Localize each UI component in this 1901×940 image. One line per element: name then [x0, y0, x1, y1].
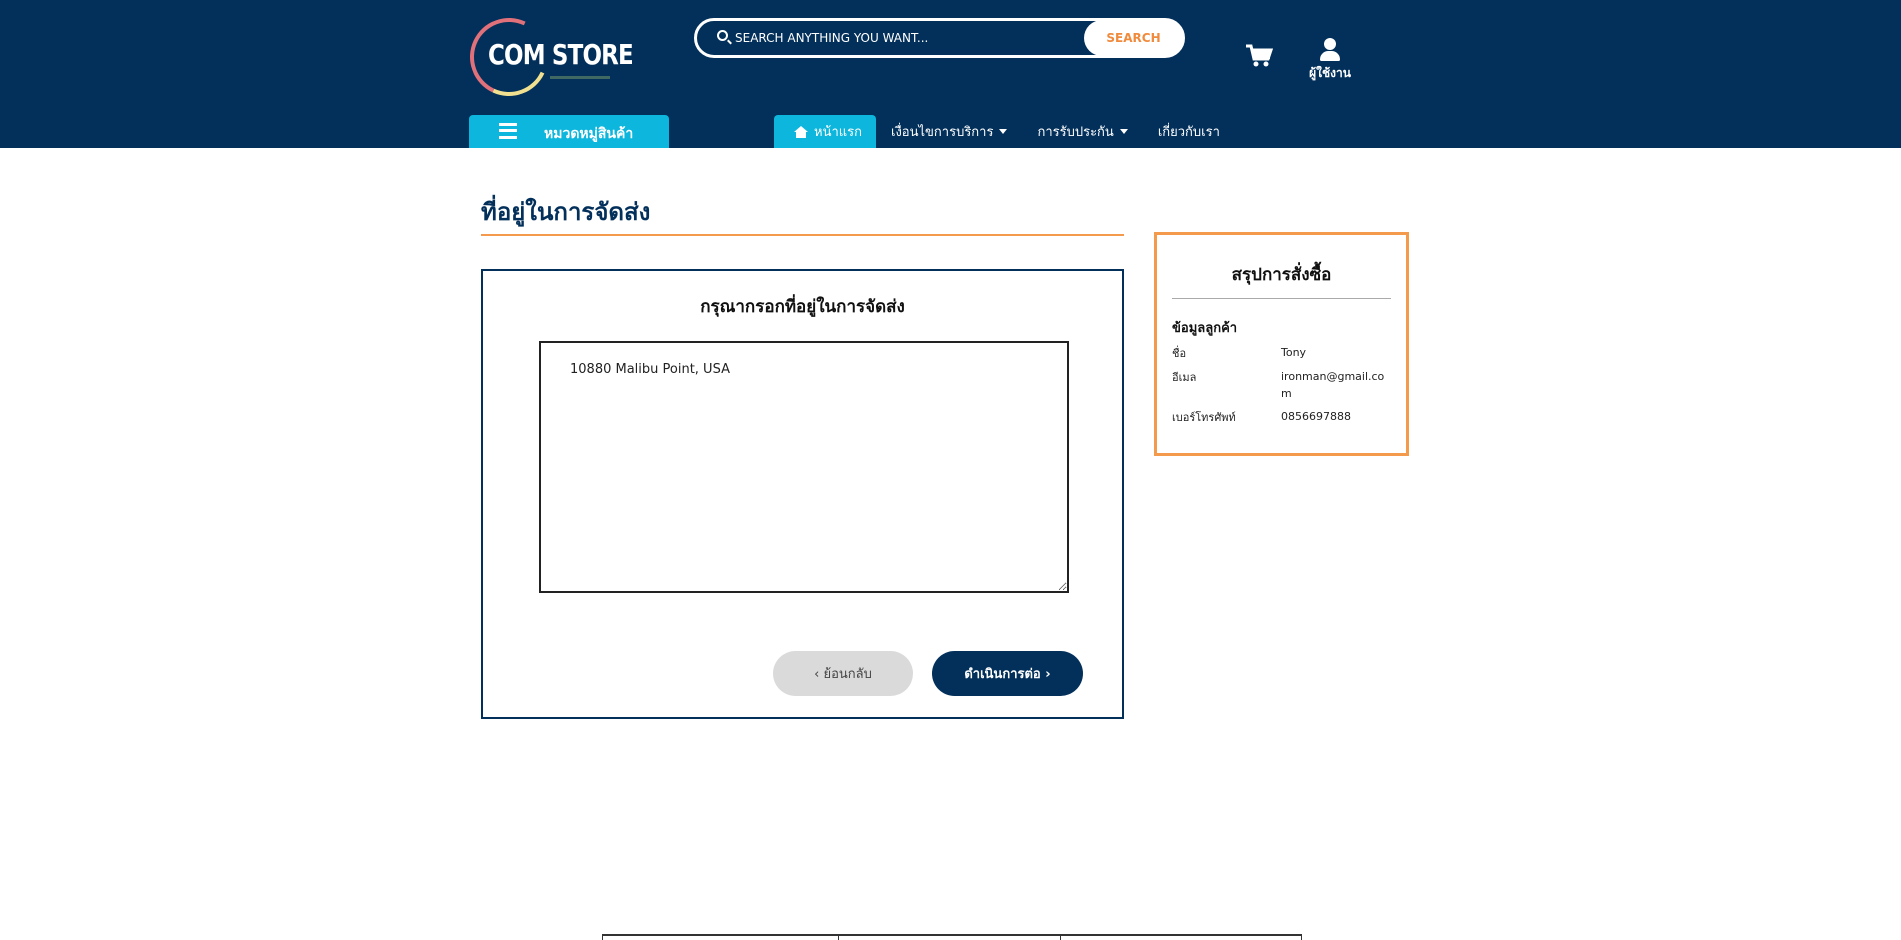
info-value: ironman@gmail.com [1281, 370, 1385, 400]
form-heading: กรุณากรอกที่อยู่ในการจัดส่ง [700, 297, 905, 317]
chevron-right-icon: › [1040, 667, 1051, 682]
info-value: 0856697888 [1281, 410, 1351, 423]
search-icon [717, 30, 728, 41]
store-logo[interactable]: COM STORE [459, 7, 640, 107]
nav-item-home[interactable]: หน้าแรก [774, 115, 876, 148]
search-input[interactable] [735, 27, 1065, 49]
cart-icon[interactable] [1245, 44, 1274, 68]
address-textarea[interactable] [539, 341, 1069, 593]
nav-item-about[interactable]: เกี่ยวกับเรา [1143, 115, 1235, 148]
search-button[interactable]: SEARCH [1084, 20, 1183, 56]
nav-label: เกี่ยวกับเรา [1157, 125, 1220, 140]
nav-label: การรับประกัน [1037, 125, 1114, 140]
back-button[interactable]: ‹ ย้อนกลับ [773, 651, 913, 696]
continue-button[interactable]: ดำเนินการต่อ › [932, 651, 1083, 696]
nav-item-warranty[interactable]: การรับประกัน [1022, 115, 1142, 148]
user-label: ผู้ใช้งาน [1309, 66, 1351, 80]
back-button-label: ย้อนกลับ [823, 667, 872, 682]
hamburger-icon [499, 123, 517, 139]
caret-down-icon [1119, 129, 1128, 134]
info-label: ชื่อ [1172, 347, 1187, 360]
category-menu-button[interactable]: หมวดหมู่สินค้า [469, 115, 669, 148]
nav-item-terms[interactable]: เงื่อนไขการบริการ [876, 115, 1022, 148]
title-divider [481, 234, 1124, 236]
summary-divider [1172, 298, 1391, 299]
page-title: ที่อยู่ในการจัดส่ง [481, 198, 651, 226]
nav-label: เงื่อนไขการบริการ [891, 125, 994, 140]
category-label: หมวดหมู่สินค้า [544, 126, 634, 142]
order-summary: สรุปการสั่งซื้อ ข้อมูลลูกค้า ชื่อ Tony อ… [1154, 232, 1409, 456]
logo-underline [550, 76, 610, 79]
summary-title: สรุปการสั่งซื้อ [1231, 265, 1332, 285]
main-nav: หน้าแรก เงื่อนไขการบริการ การรับประกัน เ… [774, 115, 1235, 148]
caret-down-icon [999, 129, 1008, 134]
footer-table-edge [602, 934, 1302, 940]
info-label: อีเมล [1172, 371, 1197, 384]
home-icon [794, 125, 808, 138]
info-value: Tony [1281, 346, 1307, 359]
info-label: เบอร์โทรศัพท์ [1172, 411, 1236, 424]
logo-text: COM STORE [488, 38, 634, 71]
info-row-name: ชื่อ Tony [1172, 344, 1391, 362]
user-account[interactable]: ผู้ใช้งาน [1305, 38, 1355, 82]
continue-button-label: ดำเนินการต่อ [964, 667, 1041, 682]
user-icon [1324, 38, 1336, 50]
customer-info-heading: ข้อมูลลูกค้า [1172, 321, 1238, 336]
search-bar: SEARCH [694, 18, 1185, 58]
info-row-email: อีเมล ironman@gmail.com [1172, 368, 1391, 402]
address-form: กรุณากรอกที่อยู่ในการจัดส่ง ‹ ย้อนกลับ ด… [481, 269, 1124, 719]
nav-label: หน้าแรก [814, 125, 862, 140]
info-row-phone: เบอร์โทรศัพท์ 0856697888 [1172, 408, 1391, 426]
top-header: COM STORE SEARCH ผู้ใช้งาน หมวดหมู่สินค้… [0, 0, 1901, 148]
